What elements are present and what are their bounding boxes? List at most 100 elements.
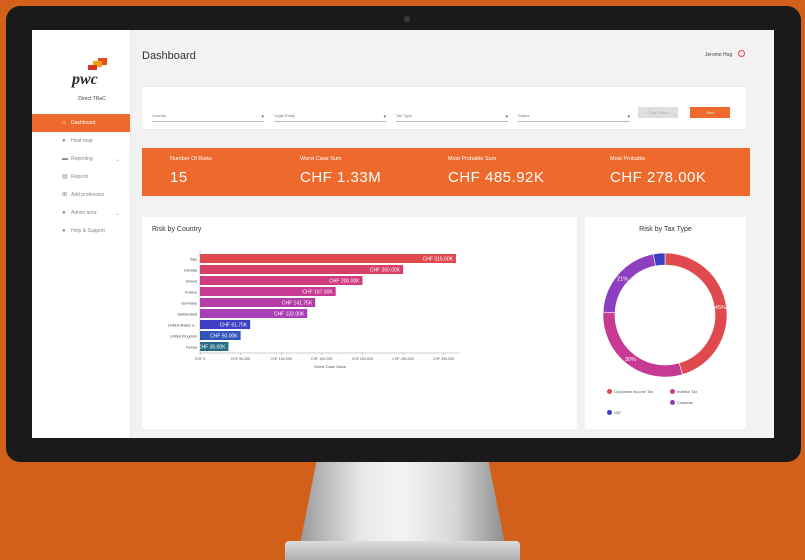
sidebar-item-label: Admin area xyxy=(71,210,97,216)
kpi-value: CHF 485.92K xyxy=(448,169,545,186)
sidebar-item-help-support[interactable]: ● Help & Support xyxy=(32,222,130,240)
sidebar-item-reports[interactable]: ▤ Reports xyxy=(32,168,130,186)
legend-label: VAT xyxy=(614,410,622,415)
monitor-base xyxy=(285,541,520,560)
sidebar-item-reporting[interactable]: ▬ Reporting ⌄ xyxy=(32,150,130,168)
monitor-stand xyxy=(300,462,505,544)
y-tick-label: Canada xyxy=(184,269,198,273)
status-select[interactable]: Status ▾ xyxy=(518,113,630,122)
y-tick-label: Italy xyxy=(190,258,197,262)
legend-swatch xyxy=(670,389,675,394)
logout-icon[interactable] xyxy=(738,50,745,57)
x-tick-label: CHF 200.00K xyxy=(352,357,374,361)
data-label: CHF 167.00K xyxy=(302,290,333,296)
legend-item[interactable]: Corporate Income Tax xyxy=(607,389,667,394)
home-icon: ⌂ xyxy=(62,119,66,126)
pwc-logo: pwc xyxy=(72,58,112,88)
y-tick-label: Switzerland xyxy=(177,313,197,317)
data-label: CHF 132.00K xyxy=(274,312,305,318)
chevron-down-icon: ▾ xyxy=(627,114,630,120)
kpi-label: Most Probable xyxy=(610,156,646,162)
donut-slice xyxy=(602,253,656,313)
kpi-most-probable: Most Probable CHF 278.00K xyxy=(610,156,706,186)
x-tick-label: CHF 250.00K xyxy=(392,357,414,361)
kpi-value: CHF 1.33M xyxy=(300,169,382,186)
sidebar-item-label: Reports xyxy=(71,174,89,180)
y-tick-label: United States o... xyxy=(168,324,197,328)
chevron-down-icon: ⌄ xyxy=(114,210,120,217)
risk-by-country-card: Risk by Country Italy CHF 315.00K Canada CH… xyxy=(142,217,577,429)
chart-title: Risk by Tax Type xyxy=(639,226,692,233)
legend-swatch xyxy=(607,389,612,394)
sidebar-item-heat-map[interactable]: ● Heat map xyxy=(32,132,130,150)
legend-swatch xyxy=(607,410,612,415)
y-tick-label: Kenya xyxy=(186,346,198,350)
sidebar: pwc Direct TRaC ⌂ Dashboard ● Heat map ▬ Repo… xyxy=(32,30,131,438)
sidebar-item-label: Heat map xyxy=(71,138,93,144)
apply-button[interactable]: Run xyxy=(690,107,730,118)
bar xyxy=(200,254,456,263)
legend-item[interactable]: Indirect Tax xyxy=(670,389,730,394)
logo-bars-icon xyxy=(88,58,110,72)
donut-slice xyxy=(664,252,728,375)
sidebar-item-admin-area[interactable]: ● Admin area ⌄ xyxy=(32,204,130,222)
sidebar-item-label: Dashboard xyxy=(71,120,96,126)
x-tick-label: CHF 0 xyxy=(195,357,205,361)
logo-text: pwc xyxy=(72,71,98,88)
sidebar-user-name: Direct TRaC xyxy=(78,96,106,102)
page-title: Dashboard xyxy=(142,50,196,62)
sidebar-item-label: Help & Support xyxy=(71,228,105,234)
chevron-down-icon: ▾ xyxy=(261,114,264,120)
legal-entity-select-value: Legal Entity xyxy=(274,113,295,118)
legend-label: Corporate Income Tax xyxy=(614,389,654,394)
country-select-value: Country xyxy=(152,113,167,118)
x-tick-label: CHF 300.00K xyxy=(433,357,455,361)
help-icon: ● xyxy=(62,227,66,234)
country-select[interactable]: Country ▾ xyxy=(152,113,264,122)
donut-slice xyxy=(602,311,683,378)
donut-slice xyxy=(652,252,666,267)
webcam-icon xyxy=(404,16,410,22)
sidebar-item-label: Reporting xyxy=(71,156,93,162)
x-tick-label: CHF 50.00K xyxy=(231,357,251,361)
header-user-name[interactable]: Jerome Hug xyxy=(705,52,732,58)
kpi-bar: Number Of Risks 15 Worst Case Sum CHF 1.33… xyxy=(142,148,750,196)
kpi-label: Number Of Risks xyxy=(170,156,212,162)
status-select-value: Status xyxy=(518,113,530,118)
admin-icon: ● xyxy=(62,209,66,216)
data-label: CHF 141.75K xyxy=(282,301,313,307)
kpi-worst-case: Worst Case Sum CHF 1.33M xyxy=(300,156,381,186)
legend-item[interactable]: VAT xyxy=(607,410,667,415)
donut-chart: 45% 30% 21% xyxy=(602,252,728,378)
data-label: CHF 35.00K xyxy=(198,345,226,351)
data-label: CHF 61.75K xyxy=(220,323,248,329)
kpi-risks: Number Of Risks 15 xyxy=(170,156,212,186)
kpi-value: CHF 278.00K xyxy=(610,169,707,186)
y-tick-label: Germany xyxy=(181,302,197,306)
y-tick-label: United Kingdom xyxy=(170,335,197,339)
legend-item[interactable]: Customs xyxy=(670,400,730,405)
report-icon: ▤ xyxy=(62,173,68,180)
screen: pwc Direct TRaC ⌂ Dashboard ● Heat map ▬ Repo… xyxy=(32,30,774,438)
y-tick-label: France xyxy=(185,291,197,295)
data-label: CHF 315.00K xyxy=(423,257,454,263)
clear-filters-button[interactable]: Clear Filters xyxy=(638,107,678,118)
y-tick-label: Ghana xyxy=(186,280,198,284)
kpi-value: 15 xyxy=(170,169,188,186)
slice-label: 45% xyxy=(715,305,726,311)
legend-swatch xyxy=(670,400,675,405)
sidebar-item-add-profession[interactable]: ⊞ Add profession xyxy=(32,186,130,204)
chevron-down-icon: ▾ xyxy=(383,114,386,120)
filter-panel: Country ▾ Legal Entity ▾ Tax Type ▾ Status ▾… xyxy=(142,87,746,129)
legal-entity-select[interactable]: Legal Entity ▾ xyxy=(274,113,386,122)
tax-type-select[interactable]: Tax Type ▾ xyxy=(396,113,508,122)
slice-label: 30% xyxy=(625,357,636,363)
sidebar-item-dashboard[interactable]: ⌂ Dashboard xyxy=(32,114,130,132)
legend-label: Indirect Tax xyxy=(677,389,698,394)
x-tick-label: CHF 150.00K xyxy=(311,357,333,361)
data-label: CHF 50.00K xyxy=(210,334,238,340)
kpi-label: Worst Case Sum xyxy=(300,156,342,162)
kpi-most-probable-sum: Most Probable Sum CHF 485.92K xyxy=(448,156,544,186)
add-icon: ⊞ xyxy=(62,191,68,198)
data-label: CHF 200.00K xyxy=(329,279,360,285)
